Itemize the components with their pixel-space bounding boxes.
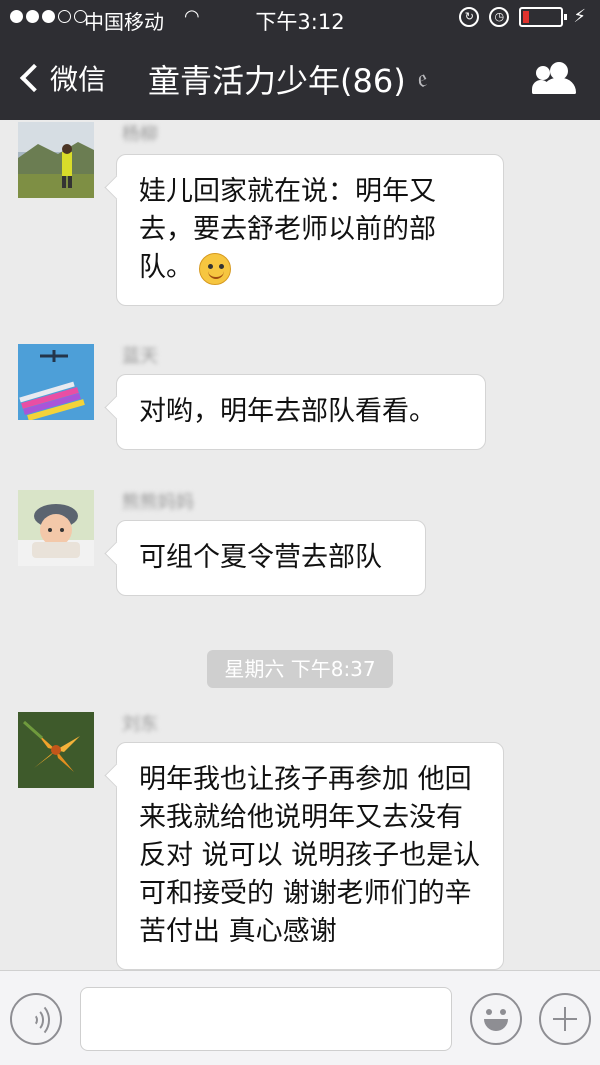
message-bubble[interactable]: 娃儿回家就在说：明年又去，要去舒老师以前的部队。 (116, 154, 504, 306)
more-button[interactable] (539, 993, 591, 1045)
avatar[interactable] (18, 122, 94, 198)
ear-muted-icon: 𝔢 (417, 63, 428, 94)
navigation-bar: 微信 童青活力少年(86) 𝔢 (0, 38, 600, 120)
message-bubble[interactable]: 对哟，明年去部队看看。 (116, 374, 486, 450)
chat-messages[interactable]: 杨柳 娃儿回家就在说：明年又去，要去舒老师以前的部队。 蓝天 对哟，明年去部队看… (0, 120, 600, 970)
back-button[interactable]: 微信 (18, 58, 106, 98)
avatar[interactable] (18, 490, 94, 566)
alarm-icon: ◷ (489, 6, 510, 27)
message-text: 对哟，明年去部队看看。 (139, 396, 436, 427)
chat-title: 童青活力少年(86) 𝔢 (148, 56, 427, 102)
battery-icon (519, 6, 568, 27)
sender-name: 杨柳 (122, 124, 158, 145)
back-label: 微信 (50, 63, 107, 96)
emoji-button[interactable] (470, 993, 522, 1045)
charging-icon: ⚡ (573, 6, 586, 27)
message-input[interactable] (80, 987, 452, 1051)
avatar[interactable] (18, 712, 94, 788)
message-bubble[interactable]: 可组个夏令营去部队 (116, 520, 426, 596)
message-text: 可组个夏令营去部队 (139, 542, 382, 573)
smile-emoji-icon (199, 252, 231, 285)
voice-input-button[interactable] (10, 993, 62, 1045)
chevron-left-icon (19, 63, 49, 93)
group-members-icon (536, 66, 550, 80)
sender-name: 刘东 (122, 714, 158, 735)
group-name: 童青活力少年(86) (148, 62, 406, 100)
input-bar (0, 970, 600, 1065)
sender-name: 蓝天 (122, 346, 158, 367)
rotation-lock-icon: ↻ (459, 6, 480, 27)
sender-name: 熊熊妈妈 (122, 492, 194, 513)
status-bar: 中国移动 ◠ 下午3:12 ↻ ◷ ⚡ (0, 0, 600, 38)
message-text: 明年我也让孩子再参加 他回来我就给他说明年又去没有反对 说可以 说明孩子也是认可… (139, 764, 481, 947)
message-bubble[interactable]: 明年我也让孩子再参加 他回来我就给他说明年又去没有反对 说可以 说明孩子也是认可… (116, 742, 504, 970)
top-bar: 中国移动 ◠ 下午3:12 ↻ ◷ ⚡ 微信 童青活力少年(86) 𝔢 (0, 0, 600, 120)
message-text: 娃儿回家就在说：明年又去，要去舒老师以前的部队。 (139, 176, 436, 283)
timestamp-badge: 星期六 下午8:37 (207, 650, 393, 688)
avatar[interactable] (18, 344, 94, 421)
group-members-button[interactable] (532, 62, 578, 96)
